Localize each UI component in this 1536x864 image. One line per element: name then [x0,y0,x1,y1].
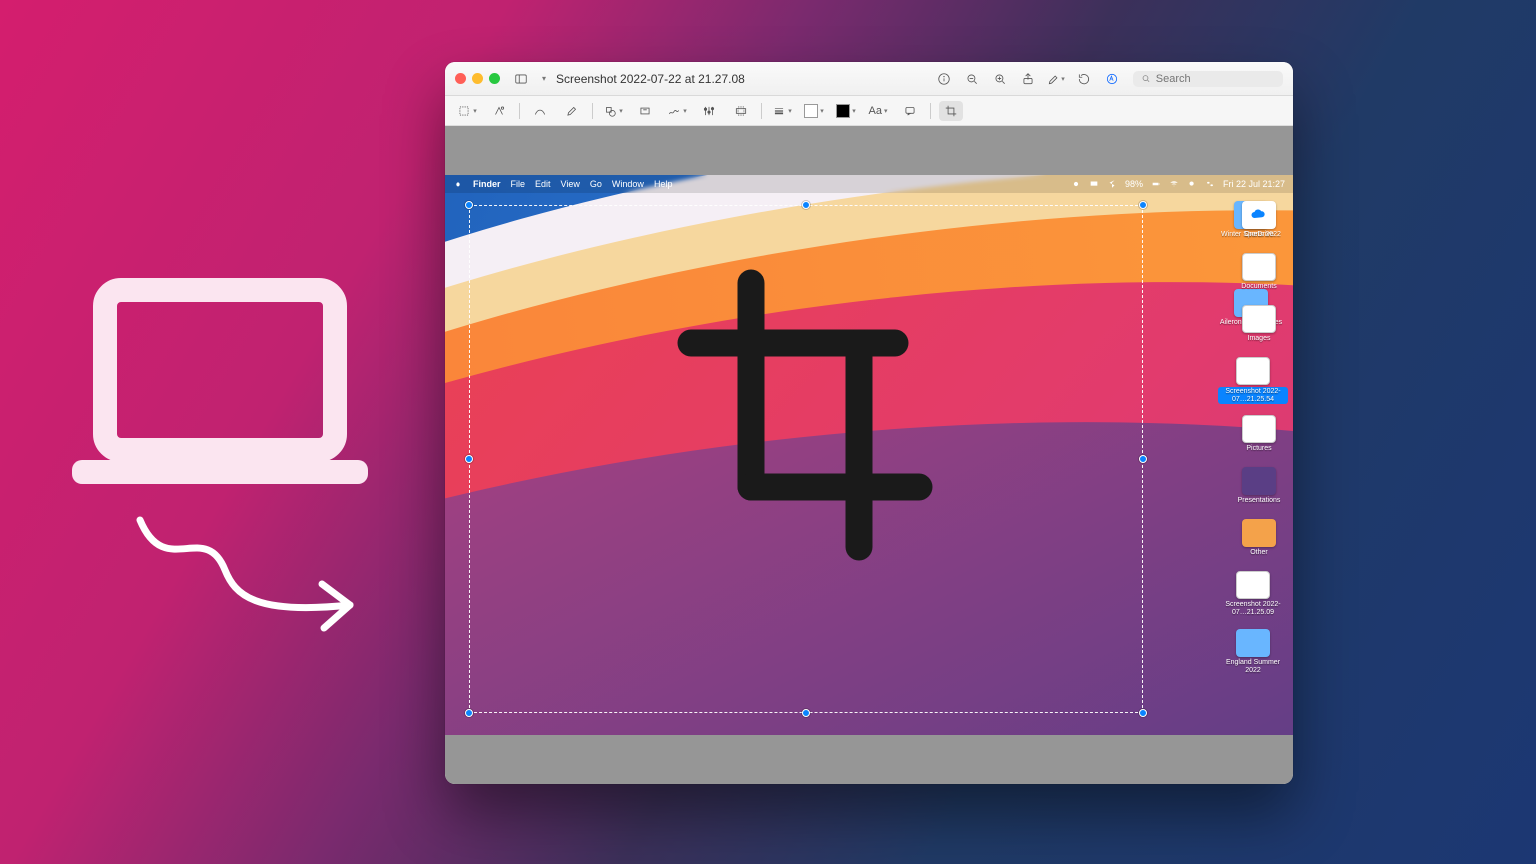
sign-button[interactable]: ▾ [665,101,689,121]
zoom-in-button[interactable] [989,68,1011,90]
zoom-out-button[interactable] [961,68,983,90]
battery-icon [1151,179,1161,189]
chevron-down-icon: ▾ [542,74,546,83]
image-canvas[interactable]: Finder File Edit View Go Window Help 98%… [445,175,1293,735]
inner-menu-item: View [561,179,580,189]
inner-menu-item: File [511,179,526,189]
text-style-label: Aa [869,105,882,117]
desktop-icons-column: Winter Sports 2022 OneDrive Aileron work… [1215,201,1287,326]
text-button[interactable] [633,101,657,121]
crop-handle-tc[interactable] [802,201,810,209]
battery-percent: 98% [1125,179,1143,189]
selection-tool-button[interactable]: ▾ [455,101,479,121]
spotlight-icon [1187,179,1197,189]
window-traffic-lights [455,73,500,84]
crop-handle-tr[interactable] [1139,201,1147,209]
crop-tool-button[interactable] [939,101,963,121]
text-style-button[interactable]: Aa▾ [866,101,890,121]
desktop-icon-selected: Screenshot 2022-07…21.25.54 [1217,357,1289,404]
desktop-icon: Other [1229,519,1289,557]
crop-handle-bc[interactable] [802,709,810,717]
inner-menu-item: Go [590,179,602,189]
search-field[interactable] [1133,71,1283,87]
canvas-background: Finder File Edit View Go Window Help 98%… [445,126,1293,784]
crop-handle-mr[interactable] [1139,455,1147,463]
crop-icon-overlay [655,265,955,565]
adjust-color-button[interactable] [697,101,721,121]
crop-handle-ml[interactable] [465,455,473,463]
decorative-laptop-art [10,270,410,670]
search-input[interactable] [1156,73,1275,85]
sketch-button[interactable] [528,101,552,121]
desktop-icon: Presentations [1229,467,1289,505]
inner-menu-item: Window [612,179,644,189]
display-icon [1089,179,1099,189]
wifi-icon [1169,179,1179,189]
desktop-icon: Screenshot 2022-07…21.25.09 [1217,571,1289,616]
minimize-window-button[interactable] [472,73,483,84]
crop-handle-tl[interactable] [465,201,473,209]
record-icon [1071,179,1081,189]
inner-app-name: Finder [473,179,501,189]
share-button[interactable] [1017,68,1039,90]
inner-menu-item: Edit [535,179,551,189]
adjust-size-button[interactable] [729,101,753,121]
fullscreen-window-button[interactable] [489,73,500,84]
window-title: Screenshot 2022-07-22 at 21.27.08 [556,72,745,86]
window-titlebar: ▾ Screenshot 2022-07-22 at 21.27.08 ▾ [445,62,1293,96]
instant-alpha-button[interactable] [487,101,511,121]
apple-logo-icon [453,179,463,189]
desktop-icon: Pictures [1229,415,1289,453]
desktop-icon: England Summer 2022 [1217,629,1289,674]
desktop-icon: Documents [1229,253,1289,291]
menubar-clock: Fri 22 Jul 21:27 [1223,179,1285,189]
draw-button[interactable] [560,101,584,121]
annotate-button[interactable] [898,101,922,121]
control-center-icon [1205,179,1215,189]
markup-toggle-button[interactable] [1101,68,1123,90]
inner-macos-menubar: Finder File Edit View Go Window Help 98%… [445,175,1293,193]
close-window-button[interactable] [455,73,466,84]
preview-window: ▾ Screenshot 2022-07-22 at 21.27.08 ▾ ▾ … [445,62,1293,784]
markup-toolbar: ▾ ▾ ▾ ▾ ▾ ▾ Aa▾ [445,96,1293,126]
shapes-button[interactable]: ▾ [601,101,625,121]
inner-menu-item: Help [654,179,673,189]
fill-color-button[interactable]: ▾ [834,101,858,121]
line-style-button[interactable]: ▾ [770,101,794,121]
sidebar-toggle-button[interactable] [510,68,532,90]
border-color-button[interactable]: ▾ [802,101,826,121]
bluetooth-icon [1107,179,1117,189]
desktop-icon: Images [1229,305,1289,343]
info-button[interactable] [933,68,955,90]
crop-handle-br[interactable] [1139,709,1147,717]
highlight-button[interactable]: ▾ [1045,68,1067,90]
crop-handle-bl[interactable] [465,709,473,717]
desktop-icon: OneDrive [1229,201,1289,239]
rotate-button[interactable] [1073,68,1095,90]
